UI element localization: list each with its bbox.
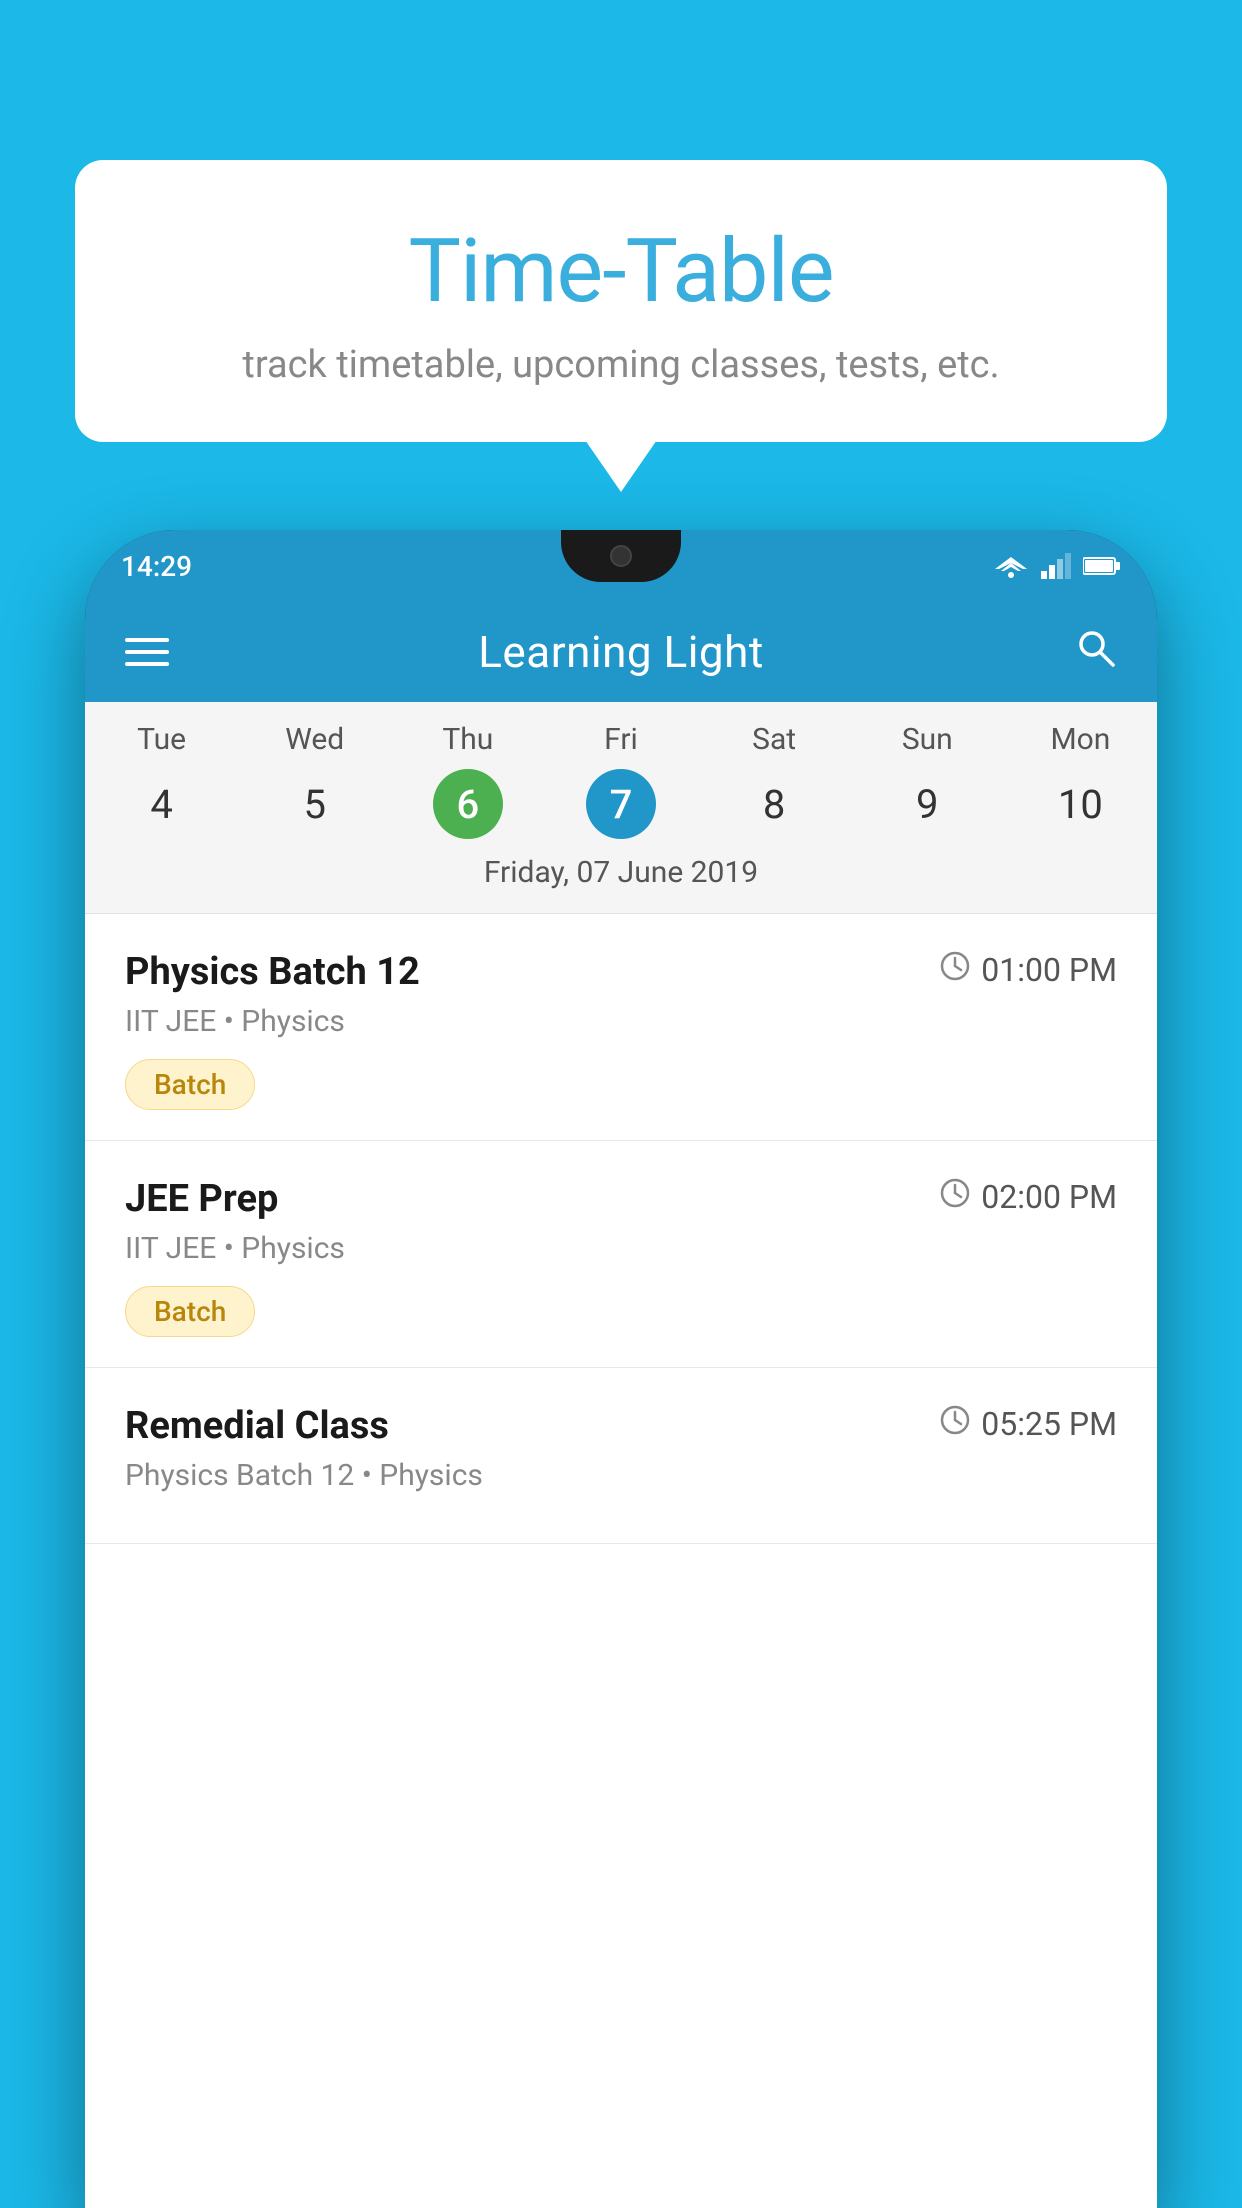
bubble-title: Time-Table <box>155 220 1087 323</box>
status-time: 14:29 <box>121 550 192 583</box>
date-4[interactable]: 4 <box>85 769 238 839</box>
clock-icon-3 <box>939 1404 971 1444</box>
phone-screen-content: Tue Wed Thu Fri Sat Sun Mon 4 5 6 7 8 9 … <box>85 702 1157 2208</box>
day-tue: Tue <box>85 722 238 757</box>
signal-icon <box>1041 553 1071 579</box>
status-icons <box>993 553 1121 579</box>
day-sat: Sat <box>698 722 851 757</box>
search-icon[interactable] <box>1073 625 1117 680</box>
speech-bubble-container: Time-Table track timetable, upcoming cla… <box>75 160 1167 442</box>
clock-icon-1 <box>939 950 971 990</box>
phone-container: 14:29 <box>85 530 1157 2208</box>
app-title: Learning Light <box>478 626 764 678</box>
phone-frame: 14:29 <box>85 530 1157 2208</box>
date-9[interactable]: 9 <box>851 769 1004 839</box>
day-thu: Thu <box>391 722 544 757</box>
schedule-item-2-badge: Batch <box>125 1286 255 1337</box>
schedule-item-3-time: 05:25 PM <box>939 1404 1117 1444</box>
schedule-item-2-time: 02:00 PM <box>939 1177 1117 1217</box>
calendar-strip: Tue Wed Thu Fri Sat Sun Mon 4 5 6 7 8 9 … <box>85 702 1157 914</box>
phone-notch <box>561 530 681 582</box>
schedule-list: Physics Batch 12 01:00 PM <box>85 914 1157 1544</box>
date-8[interactable]: 8 <box>698 769 851 839</box>
hamburger-menu-icon[interactable] <box>125 638 169 666</box>
schedule-item-3-header: Remedial Class 05:25 PM <box>125 1404 1117 1448</box>
date-6-today[interactable]: 6 <box>433 769 503 839</box>
day-sun: Sun <box>851 722 1004 757</box>
day-wed: Wed <box>238 722 391 757</box>
wifi-icon <box>993 553 1029 579</box>
schedule-item-1[interactable]: Physics Batch 12 01:00 PM <box>85 914 1157 1141</box>
date-10[interactable]: 10 <box>1004 769 1157 839</box>
day-names-row: Tue Wed Thu Fri Sat Sun Mon <box>85 722 1157 757</box>
clock-icon-2 <box>939 1177 971 1217</box>
date-5[interactable]: 5 <box>238 769 391 839</box>
schedule-item-3[interactable]: Remedial Class 05:25 PM <box>85 1368 1157 1544</box>
schedule-item-3-meta: Physics Batch 12 • Physics <box>125 1458 1117 1493</box>
date-7-selected[interactable]: 7 <box>586 769 656 839</box>
schedule-item-2[interactable]: JEE Prep 02:00 PM <box>85 1141 1157 1368</box>
day-mon: Mon <box>1004 722 1157 757</box>
battery-icon <box>1083 556 1121 576</box>
schedule-item-1-time: 01:00 PM <box>939 950 1117 990</box>
schedule-item-1-name: Physics Batch 12 <box>125 950 420 994</box>
schedule-item-1-badge: Batch <box>125 1059 255 1110</box>
schedule-item-2-meta: IIT JEE • Physics <box>125 1231 1117 1266</box>
notch-camera <box>610 545 632 567</box>
day-numbers-row: 4 5 6 7 8 9 10 <box>85 769 1157 839</box>
app-header: Learning Light <box>85 602 1157 702</box>
speech-bubble: Time-Table track timetable, upcoming cla… <box>75 160 1167 442</box>
selected-date-label: Friday, 07 June 2019 <box>85 855 1157 908</box>
schedule-item-1-meta: IIT JEE • Physics <box>125 1004 1117 1039</box>
day-fri: Fri <box>544 722 697 757</box>
schedule-item-1-header: Physics Batch 12 01:00 PM <box>125 950 1117 994</box>
schedule-item-2-header: JEE Prep 02:00 PM <box>125 1177 1117 1221</box>
bubble-subtitle: track timetable, upcoming classes, tests… <box>155 343 1087 387</box>
schedule-item-3-name: Remedial Class <box>125 1404 389 1448</box>
schedule-item-2-name: JEE Prep <box>125 1177 278 1221</box>
